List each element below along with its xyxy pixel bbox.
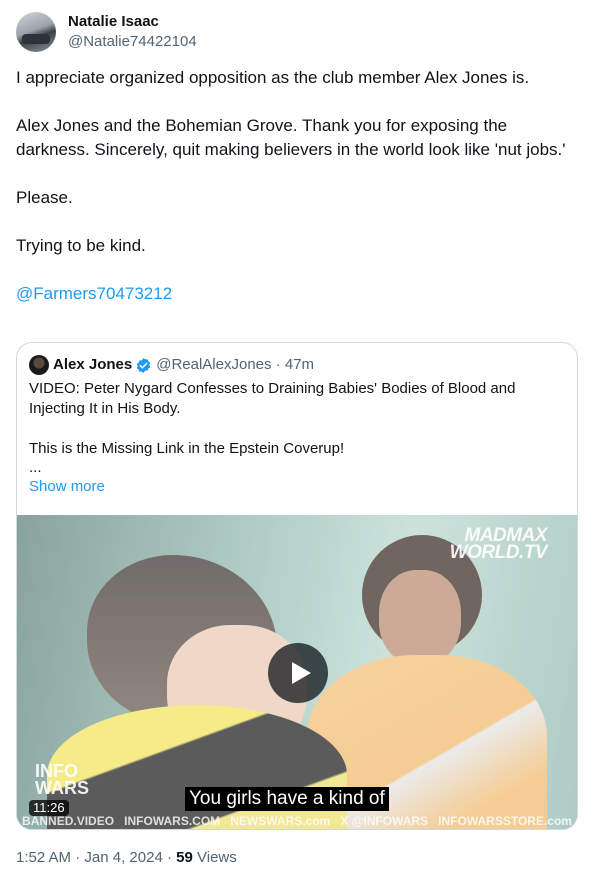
author-handle[interactable]: @Natalie74422104 [68,32,197,52]
play-button-icon[interactable] [268,643,328,703]
quoted-author-avatar [29,355,49,375]
tweet-text: I appreciate organized opposition as the… [16,66,576,306]
quoted-tweet-text: VIDEO: Peter Nygard Confesses to Drainin… [29,379,559,497]
ticker-item: X @INFOWARS [340,814,429,828]
verified-badge-icon [137,357,151,373]
views-label: Views [197,849,237,866]
tweet-time[interactable]: 1:52 AM [16,849,71,866]
mention-link[interactable]: @Farmers70473212 [16,284,172,303]
video-ticker: BANNED.VIDEO INFOWARS.COM NEWSWARS.com X… [17,811,577,829]
quoted-author-name: Alex Jones [53,356,133,373]
author-avatar[interactable] [16,12,56,52]
infowars-logo-line: WARS [35,778,89,798]
quoted-ellipsis: ... [29,459,42,476]
quoted-tweet-header: Alex Jones @RealAlexJones · 47m [29,355,314,375]
tweet-footer: 1:52 AM · Jan 4, 2024 · 59 Views [16,848,237,868]
author-name[interactable]: Natalie Isaac [68,12,197,32]
tweet-paragraph: I appreciate organized opposition as the… [16,68,530,87]
video-player[interactable]: MADMAX WORLD.TV INFO WARS You girls have… [17,515,577,829]
video-caption: You girls have a kind of [185,787,389,811]
separator: · [75,849,81,866]
quoted-author-handle: @RealAlexJones [156,356,272,373]
tweet-paragraph: Please. [16,188,73,207]
tweet-paragraph: Alex Jones and the Bohemian Grove. Thank… [16,116,566,159]
quoted-paragraph: This is the Missing Link in the Epstein … [29,440,345,457]
infowars-logo: INFO WARS [35,762,89,798]
separator: · [166,849,172,866]
quoted-paragraph: VIDEO: Peter Nygard Confesses to Drainin… [29,380,516,417]
ticker-item: BANNED.VIDEO [22,814,115,828]
madmax-logo: MADMAX WORLD.TV [449,526,548,563]
ticker-item: INFOWARS.COM [124,814,221,828]
ticker-item: INFOWARSSTORE.com [438,814,572,828]
madmax-logo-line: WORLD.TV [449,542,548,563]
tweet-date[interactable]: Jan 4, 2024 [84,849,162,866]
quoted-tweet[interactable]: Alex Jones @RealAlexJones · 47m VIDEO: P… [16,342,578,830]
author-names: Natalie Isaac @Natalie74422104 [68,12,197,52]
tweet-paragraph: Trying to be kind. [16,236,146,255]
quoted-timestamp: 47m [284,356,315,373]
show-more-link[interactable]: Show more [29,477,559,497]
ticker-item: NEWSWARS.com [230,814,331,828]
video-duration: 11:26 [29,800,69,816]
views-count: 59 [176,849,193,866]
tweet-header: Natalie Isaac @Natalie74422104 [16,12,197,52]
